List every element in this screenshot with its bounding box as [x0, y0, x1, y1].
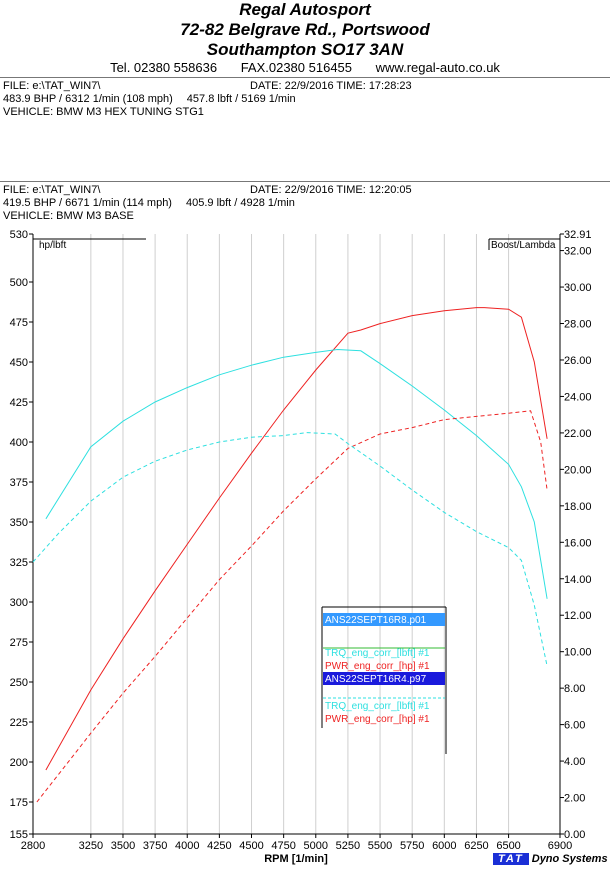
x-tick-label: 6000: [432, 840, 456, 852]
power-line-tuned: [45, 307, 548, 771]
x-tick-label: 6250: [464, 840, 488, 852]
legend-file-name: ANS22SEPT16R8.p01: [325, 615, 427, 626]
legend-file-name: ANS22SEPT16R4.p97: [325, 674, 427, 685]
y-left-tick-label: 530: [10, 229, 28, 241]
y-left-tick-label: 175: [10, 797, 28, 809]
y-left-tick-label: 350: [10, 517, 28, 529]
y-right-tick-label: 30.00: [564, 282, 592, 294]
y-left-tick-label: 275: [10, 637, 28, 649]
left-axis-title: hp/lbft: [39, 240, 66, 251]
tat-logo-mark: TAT: [493, 853, 529, 865]
y-right-tick-label: 4.00: [564, 756, 585, 768]
y-right-tick-label: 28.00: [564, 319, 592, 331]
y-right-tick-label: 2.00: [564, 793, 585, 805]
x-tick-label: 3250: [79, 840, 103, 852]
power-line-base: [36, 410, 548, 803]
y-left-tick-label: 200: [10, 757, 28, 769]
legend-entry-label: PWR_eng_corr_[hp] #1: [325, 661, 430, 672]
legend-entry-label: TRQ_eng_corr_[lbft] #1: [325, 648, 430, 659]
y-right-tick-label: 10.00: [564, 647, 592, 659]
x-tick-label: 5250: [336, 840, 360, 852]
y-left-tick-label: 400: [10, 437, 28, 449]
legend: ANS22SEPT16R8.p01 TRQ_eng_corr_[lbft] #1 P…: [321, 606, 447, 754]
x-axis-title: RPM [1/min]: [264, 853, 328, 865]
y-left-tick-label: 500: [10, 277, 28, 289]
legend-entry-label: TRQ_eng_corr_[lbft] #1: [325, 701, 430, 712]
x-tick-label: 4250: [207, 840, 231, 852]
series-layer: [32, 307, 548, 803]
y-right-tick-label: 8.00: [564, 683, 585, 695]
x-tick-label: 6500: [496, 840, 520, 852]
y-right-tick-label: 6.00: [564, 720, 585, 732]
x-tick-label: 6900: [548, 840, 572, 852]
y-right-tick-label: 12.00: [564, 610, 592, 622]
x-tick-label: 3750: [143, 840, 167, 852]
axes: hp/lbft Boost/Lambda155175200225250275300…: [10, 229, 592, 865]
y-right-tick-label: 14.00: [564, 574, 592, 586]
x-tick-label: 4000: [175, 840, 199, 852]
y-right-tick-label: 18.00: [564, 501, 592, 513]
y-left-tick-label: 375: [10, 477, 28, 489]
x-tick-label: 4500: [239, 840, 263, 852]
x-tick-label: 3500: [111, 840, 135, 852]
x-tick-label: 4750: [271, 840, 295, 852]
y-right-tick-label: 32.00: [564, 246, 592, 258]
tat-dyno-logo: TAT Dyno Systems: [493, 853, 608, 865]
y-right-tick-label: 32.91: [564, 229, 592, 241]
right-axis-title: Boost/Lambda: [491, 240, 556, 251]
x-tick-label: 5500: [368, 840, 392, 852]
y-right-tick-label: 16.00: [564, 537, 592, 549]
y-left-tick-label: 250: [10, 677, 28, 689]
dyno-chart: hp/lbft Boost/Lambda155175200225250275300…: [10, 229, 592, 865]
x-tick-label: 5750: [400, 840, 424, 852]
y-right-tick-label: 24.00: [564, 391, 592, 403]
x-tick-label: 5000: [304, 840, 328, 852]
y-left-tick-label: 300: [10, 597, 28, 609]
dyno-systems-label: Dyno Systems: [531, 853, 608, 865]
y-right-tick-label: 22.00: [564, 428, 592, 440]
y-left-tick-label: 425: [10, 397, 28, 409]
x-tick-label: 2800: [21, 840, 45, 852]
y-left-tick-label: 325: [10, 557, 28, 569]
y-right-tick-label: 20.00: [564, 464, 592, 476]
torque-line-base: [32, 432, 548, 667]
y-right-tick-label: 26.00: [564, 355, 592, 367]
torque-line-tuned: [45, 348, 548, 599]
y-left-tick-label: 475: [10, 317, 28, 329]
y-left-tick-label: 225: [10, 717, 28, 729]
legend-entry-label: PWR_eng_corr_[hp] #1: [325, 714, 430, 725]
y-left-tick-label: 450: [10, 357, 28, 369]
